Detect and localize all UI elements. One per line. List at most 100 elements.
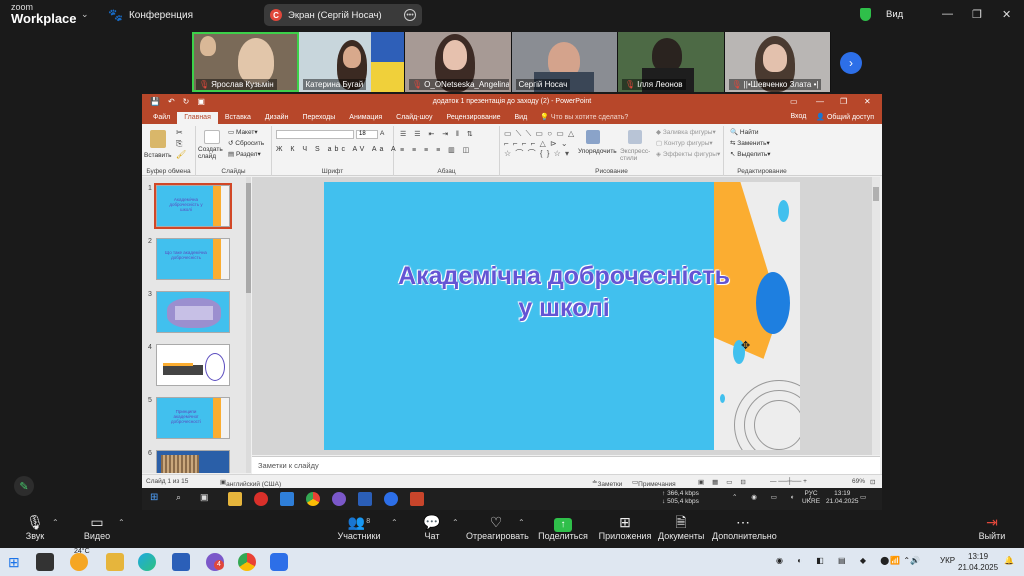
list-buttons[interactable]: ☰ ☰ ⇤ ⇥ ‖ ⇅ <box>400 130 476 138</box>
new-slide-icon[interactable] <box>204 130 220 144</box>
layout-button[interactable]: ▭ Макет▾ <box>228 128 258 136</box>
shape-fill-button[interactable]: ◆ Заливка фигуры▾ <box>656 128 716 136</box>
cut-icon[interactable]: ✂ <box>176 128 183 137</box>
tell-me-input[interactable]: 💡 Что вы хотите сделать? <box>540 113 628 124</box>
input-language[interactable]: РУС UKRE <box>802 490 820 506</box>
zoom-level[interactable]: 69% <box>852 478 865 485</box>
canvas-scrollbar[interactable] <box>872 177 880 455</box>
file-explorer-icon[interactable] <box>228 492 242 506</box>
notifications-icon[interactable]: 🔔 <box>1004 556 1014 565</box>
powerpoint-icon[interactable] <box>410 492 424 506</box>
leave-button[interactable]: ⇥ Выйти <box>976 513 1008 541</box>
slide-thumbnail[interactable] <box>156 344 230 386</box>
notes-pane[interactable]: Заметки к слайду <box>252 456 880 474</box>
video-tile[interactable]: Сергій Носач <box>511 32 618 92</box>
weather-icon[interactable] <box>70 553 88 571</box>
edge-icon[interactable] <box>138 553 156 571</box>
tab-review[interactable]: Рецензирование <box>439 112 507 124</box>
apps-button[interactable]: ⊞ Приложения <box>598 513 652 541</box>
tab-insert[interactable]: Вставка <box>218 112 258 124</box>
video-button[interactable]: ▭ Видео <box>82 513 112 541</box>
tab-file[interactable]: Файл <box>146 112 177 124</box>
video-tile[interactable]: 🎙 Ярослав Кузьмін <box>192 32 299 92</box>
zoom-app-icon[interactable] <box>270 553 288 571</box>
status-language[interactable]: ▣ английский (США) <box>220 478 281 488</box>
slide-title[interactable]: Академічна доброчесність у школі <box>344 260 784 324</box>
video-tile[interactable]: Катерина Бугай <box>298 32 405 92</box>
audio-button[interactable]: 🎙 Звук <box>22 513 48 541</box>
copy-icon[interactable]: ⎘ <box>176 139 182 149</box>
tab-transitions[interactable]: Переходы <box>295 112 342 124</box>
more-button[interactable]: ⋯ Дополнительно <box>712 513 777 541</box>
share-button[interactable]: 👤 Общий доступ <box>816 113 874 121</box>
slide-thumbnail[interactable] <box>156 291 230 333</box>
grow-font-icon[interactable]: A <box>380 130 384 137</box>
more-icon[interactable]: ••• <box>404 9 416 21</box>
docs-button[interactable]: 🗎 Документы <box>658 513 704 541</box>
task-view-icon[interactable]: ▣ <box>200 492 214 506</box>
chevron-right-icon[interactable]: › <box>840 52 862 74</box>
video-tile[interactable]: 🎙 Ілля Леонов <box>618 32 725 92</box>
word-icon[interactable] <box>358 492 372 506</box>
search-icon[interactable]: ⌕ <box>176 492 190 506</box>
annotate-pencil-icon[interactable]: ✎ <box>14 476 34 496</box>
participants-button[interactable]: 👥8 Участники <box>334 513 384 541</box>
ribbon-options-icon[interactable]: ▭ <box>790 97 798 106</box>
quick-styles-button[interactable]: Экспресс-стили <box>620 148 654 162</box>
quick-styles-icon[interactable] <box>628 130 642 144</box>
replace-button[interactable]: ⇆ Заменить▾ <box>730 139 770 147</box>
reset-button[interactable]: ↺ Сбросить <box>228 139 264 147</box>
tab-home[interactable]: Главная <box>177 112 218 124</box>
view-button[interactable]: Вид <box>886 9 903 20</box>
shield-icon[interactable] <box>860 8 871 21</box>
shapes-gallery[interactable]: ▭ ⟍ ⟍ ▭ ○ ▭ △ ⌐ ⌐ ⌐ ⌐ △ ⊳ ⌄ ☆ ⌒ ⌒ { } ☆ ▾ <box>504 129 575 159</box>
minimize-icon[interactable]: — <box>816 97 824 106</box>
participants-options-caret[interactable]: ⌃ <box>391 518 398 527</box>
tab-slideshow[interactable]: Слайд-шоу <box>389 112 439 124</box>
zoom-app-icon[interactable] <box>384 492 398 506</box>
windows-start-icon[interactable]: ⊞ <box>150 492 164 506</box>
video-tile[interactable]: 🎙 O_ONetseska_Angelina... <box>405 32 512 92</box>
shape-effects-button[interactable]: ◈ Эффекты фигуры▾ <box>656 150 720 158</box>
network-volume-icons[interactable]: 📶 🔊 <box>890 556 924 565</box>
screen-share-pill[interactable]: С Экран (Сергій Носач) ••• <box>264 4 422 26</box>
font-name-box[interactable] <box>276 130 354 139</box>
find-button[interactable]: 🔍 Найти <box>730 128 758 136</box>
slide-thumbnail[interactable]: Принципи академічної доброчесності <box>156 397 230 439</box>
slide-thumbnail[interactable] <box>156 450 230 473</box>
font-format-buttons[interactable]: Ж К Ч S abc AV Aa A <box>276 146 399 153</box>
shape-outline-button[interactable]: ▢ Контур фигуры▾ <box>656 139 713 147</box>
viber-icon[interactable] <box>332 492 346 506</box>
align-buttons[interactable]: ≡ ≡ ≡ ≡ ▥ ◫ <box>400 146 472 154</box>
chat-options-caret[interactable]: ⌃ <box>452 518 459 527</box>
zoom-slider[interactable]: — ──┼── + <box>770 478 807 485</box>
react-options-caret[interactable]: ⌃ <box>518 518 525 527</box>
audio-options-caret[interactable]: ⌃ <box>52 518 59 527</box>
tab-animations[interactable]: Анимация <box>342 112 389 124</box>
current-slide[interactable]: Академічна доброчесність у школі ✥ <box>324 182 800 450</box>
chrome-icon[interactable] <box>238 553 256 571</box>
font-size-box[interactable]: 18 <box>356 130 378 139</box>
restore-icon[interactable]: ❐ <box>972 8 982 21</box>
new-slide-button[interactable]: Создать слайд <box>198 146 226 160</box>
chrome-icon[interactable] <box>306 492 320 506</box>
view-buttons[interactable]: ▣▦▭⊟ <box>698 478 754 486</box>
store-icon[interactable] <box>172 553 190 571</box>
arrange-icon[interactable] <box>586 130 600 144</box>
select-button[interactable]: ↖ Выделить▾ <box>730 150 771 158</box>
react-button[interactable]: ♡ Отреагировать <box>466 513 529 541</box>
comments-toggle[interactable]: ▭ Примечания <box>632 478 676 488</box>
meeting-title[interactable]: 🐾 Конференция <box>108 8 193 22</box>
section-button[interactable]: ▤ Раздел▾ <box>228 150 261 158</box>
close-icon[interactable]: ✕ <box>864 97 871 106</box>
restore-icon[interactable]: ❐ <box>840 97 847 106</box>
notifications-icon[interactable]: ▭ <box>860 494 866 502</box>
fit-slide-icon[interactable]: ⊡ <box>870 478 875 486</box>
paste-button[interactable]: Вставить <box>144 152 172 159</box>
system-clock[interactable]: 13:19 21.04.2025 <box>958 551 998 573</box>
chat-button[interactable]: 💬 Чат <box>420 513 444 541</box>
video-options-caret[interactable]: ⌃ <box>118 518 125 527</box>
file-explorer-icon[interactable] <box>106 553 124 571</box>
close-icon[interactable]: ✕ <box>1002 8 1011 21</box>
sign-in-link[interactable]: Вход <box>790 113 806 121</box>
